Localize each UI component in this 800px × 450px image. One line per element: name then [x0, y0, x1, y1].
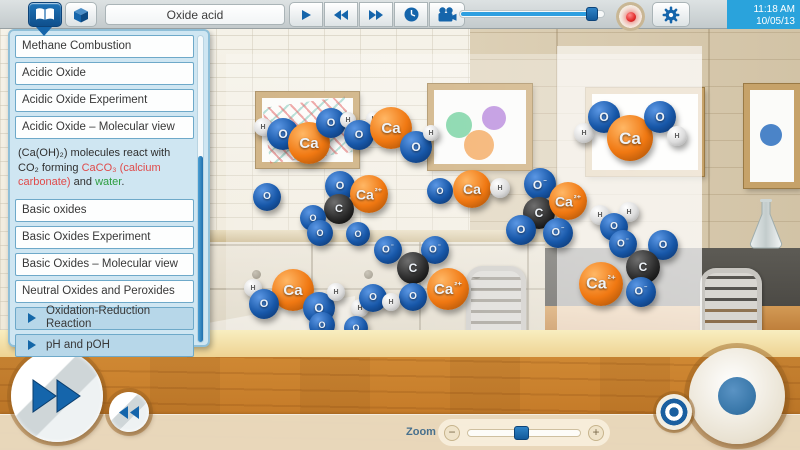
record-icon: [625, 11, 636, 22]
atom-O: O: [427, 178, 453, 204]
sidebar-item-label: Acidic Oxide – Molecular view: [22, 121, 175, 133]
sidebar-item-acidic-oxide[interactable]: Acidic Oxide: [15, 62, 194, 85]
description-segment: .: [121, 176, 125, 188]
sidebar-item-acidic-oxide-experiment[interactable]: Acidic Oxide Experiment: [15, 89, 194, 112]
sidebar-item-basic-oxides[interactable]: Basic oxides: [15, 198, 194, 222]
fast-forward-button[interactable]: [359, 2, 393, 27]
atom-H: H: [490, 178, 510, 198]
top-toolbar: Oxide acid 11:18 AM 10/05/13: [0, 0, 800, 36]
zoom-label: Zoom: [406, 426, 436, 438]
lesson-sidebar: Methane Combustion Acidic Oxide Acidic Oxi…: [8, 29, 210, 357]
camera-joystick[interactable]: [689, 348, 785, 444]
sidebar-item-label: Acidic Oxide: [22, 67, 86, 79]
rewind-icon: [119, 405, 139, 419]
lesson-description: (Ca(OH)₂) molecules react with CO₂ formi…: [15, 143, 194, 195]
sidebar-item-methane-combustion[interactable]: Methane Combustion: [15, 35, 194, 58]
zoom-slider[interactable]: [467, 425, 581, 440]
description-segment: water: [95, 176, 122, 188]
atom-O: O: [506, 215, 536, 245]
expand-arrow-icon: [28, 313, 36, 323]
atom-H: H: [327, 283, 345, 301]
play-button[interactable]: [289, 2, 323, 27]
gear-icon: [662, 6, 680, 23]
description-segment: and: [70, 176, 96, 188]
atom-Ca: Ca²⁺: [350, 175, 388, 213]
joystick-knob[interactable]: [718, 377, 756, 415]
clock-display: 11:18 AM 10/05/13: [727, 0, 800, 29]
sidebar-item-label: Methane Combustion: [22, 40, 132, 52]
sidebar-item-label: Basic Oxides Experiment: [22, 230, 151, 243]
timeline-slider[interactable]: [459, 7, 605, 21]
sidebar-item-label: Basic Oxides – Molecular view: [22, 257, 178, 270]
lessons-tab-button[interactable]: [28, 2, 62, 27]
expand-arrow-icon: [28, 340, 36, 350]
zoom-in-button[interactable]: +: [588, 424, 604, 441]
zoom-slider-handle[interactable]: [514, 425, 529, 440]
cube-icon: [74, 7, 88, 22]
timeline-progress: [461, 12, 589, 16]
fast-forward-icon: [32, 379, 81, 413]
atom-O: O: [346, 222, 370, 246]
settings-button[interactable]: [652, 2, 690, 27]
lesson-dropdown[interactable]: Oxide acid: [105, 4, 285, 25]
sidebar-scrollbar-thumb[interactable]: [198, 156, 203, 342]
clock-icon: [404, 7, 418, 22]
fast-forward-big-button[interactable]: [11, 350, 103, 442]
atom-O: O: [399, 283, 427, 311]
zoom-control: Zoom − +: [406, 419, 610, 446]
atom-C: C: [397, 252, 429, 284]
sidebar-item-acidic-oxide-molecular-view[interactable]: Acidic Oxide – Molecular view: [15, 116, 194, 139]
sidebar-item-basic-oxides-experiment[interactable]: Basic Oxides Experiment: [15, 225, 194, 249]
rewind-small-button[interactable]: [109, 392, 149, 432]
sidebar-item-label: Acidic Oxide Experiment: [22, 94, 148, 106]
sidebar-item-label: Oxidation-Reduction Reaction: [46, 305, 151, 330]
date-text: 10/05/13: [756, 15, 795, 27]
record-button[interactable]: [616, 2, 645, 31]
sidebar-item-neutral-oxides-and-peroxides[interactable]: Neutral Oxides and Peroxides: [15, 279, 194, 303]
atom-O: O: [253, 183, 281, 211]
atom-H: H: [382, 293, 400, 311]
atom-Ca: Ca²⁺: [549, 182, 587, 220]
atom-O: O⁻: [543, 218, 573, 248]
sidebar-scrollbar[interactable]: [197, 35, 204, 343]
sidebar-item-ph-and-poh[interactable]: pH and pOH: [15, 333, 194, 357]
sidebar-item-label: Neutral Oxides and Peroxides: [22, 284, 175, 297]
sidebar-item-oxidation-reduction-reaction[interactable]: Oxidation-Reduction Reaction: [15, 305, 194, 330]
atom-O: O: [249, 289, 279, 319]
active-tab-pointer: [36, 27, 52, 36]
time-text: 11:18 AM: [753, 3, 795, 15]
atom-O: O: [307, 220, 333, 246]
rewind-icon: [334, 9, 348, 20]
models-tab-button[interactable]: [65, 2, 97, 27]
atom-Ca: Ca²⁺: [579, 262, 623, 306]
timeline-handle[interactable]: [586, 7, 598, 21]
atom-H: H: [667, 126, 687, 146]
play-icon: [302, 9, 311, 20]
reset-view-button[interactable]: [656, 394, 692, 430]
movie-camera-icon: [438, 7, 457, 22]
atom-Ca: Ca: [453, 170, 491, 208]
app-window: HOCaOHHOCaOHHOCaOHOCaHO⁻OOCa²⁺COCCa²⁺OO⁻…: [0, 0, 800, 450]
atom-Ca: Ca²⁺: [427, 268, 469, 310]
zoom-out-button[interactable]: −: [444, 424, 460, 441]
timer-button[interactable]: [394, 2, 428, 27]
sidebar-item-label: Basic oxides: [22, 203, 87, 216]
atom-O: O⁻: [626, 277, 656, 307]
lesson-dropdown-value: Oxide acid: [166, 7, 224, 22]
atom-H: H: [423, 125, 439, 141]
sidebar-item-label: pH and pOH: [46, 338, 110, 351]
atom-C: C: [324, 194, 354, 224]
book-icon: [36, 8, 54, 20]
rewind-button[interactable]: [324, 2, 358, 27]
fast-forward-icon: [369, 9, 383, 20]
sidebar-item-basic-oxides-molecular-view[interactable]: Basic Oxides – Molecular view: [15, 252, 194, 276]
